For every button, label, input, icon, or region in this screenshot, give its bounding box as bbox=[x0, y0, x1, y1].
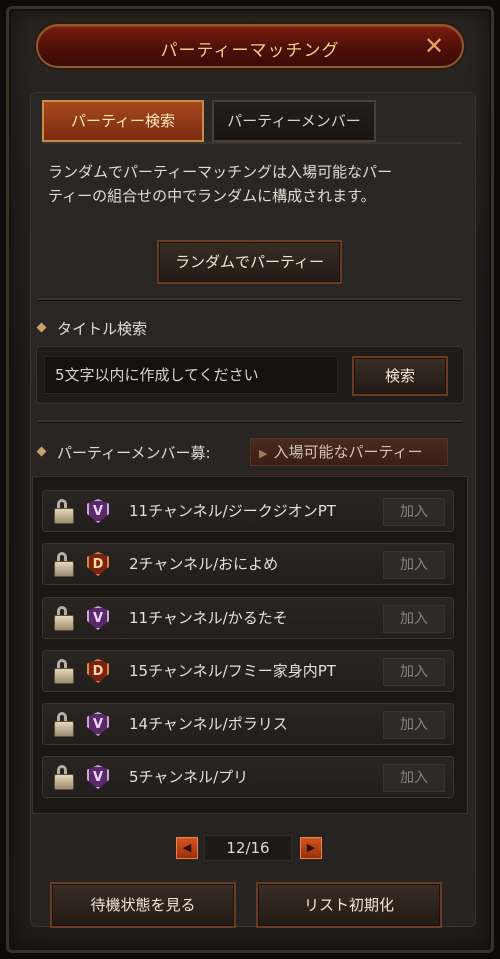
next-page-button[interactable]: ▶ bbox=[300, 837, 322, 859]
divider bbox=[38, 298, 462, 300]
party-name: 11チャンネル/かるたそ bbox=[129, 609, 288, 627]
title-search-label: タイトル検索 bbox=[36, 318, 147, 339]
party-name: 15チャンネル/フミー家身内PT bbox=[129, 662, 336, 680]
lock-icon bbox=[53, 659, 75, 684]
join-button[interactable]: 加入 bbox=[383, 498, 445, 526]
party-name: 14チャンネル/ポラリス bbox=[129, 715, 288, 733]
party-row[interactable]: D 15チャンネル/フミー家身内PT 加入 bbox=[42, 650, 454, 692]
party-emblem-icon: V bbox=[87, 712, 109, 736]
window-title: パーティーマッチング bbox=[160, 41, 340, 61]
party-emblem-icon: V bbox=[87, 606, 109, 630]
tab-divider bbox=[42, 142, 462, 144]
party-emblem-icon: V bbox=[87, 765, 109, 789]
view-waiting-status-button[interactable]: 待機状態を見る bbox=[50, 882, 236, 928]
diamond-bullet-icon bbox=[36, 446, 47, 457]
lock-icon bbox=[53, 552, 75, 577]
join-button[interactable]: 加入 bbox=[383, 764, 445, 792]
party-row[interactable]: V 5チャンネル/プリ 加入 bbox=[42, 756, 454, 798]
party-name: 5チャンネル/プリ bbox=[129, 768, 249, 786]
lock-icon bbox=[53, 499, 75, 524]
description-line-1: ランダムでパーティーマッチングは入場可能なパー bbox=[48, 163, 393, 181]
search-button[interactable]: 検索 bbox=[352, 356, 448, 396]
divider bbox=[38, 420, 462, 422]
tab-party-members[interactable]: パーティーメンバー bbox=[212, 100, 376, 142]
party-name: 2チャンネル/おによめ bbox=[129, 555, 279, 573]
caret-right-icon: ▶ bbox=[259, 447, 268, 460]
party-name: 11チャンネル/ジークジオンPT bbox=[129, 502, 336, 520]
random-party-button[interactable]: ランダムでパーティー bbox=[157, 240, 342, 284]
join-button[interactable]: 加入 bbox=[383, 658, 445, 686]
lock-icon bbox=[53, 712, 75, 737]
title-search-input[interactable]: 5文字以内に作成してください bbox=[44, 356, 338, 394]
party-row[interactable]: V 11チャンネル/かるたそ 加入 bbox=[42, 597, 454, 639]
party-emblem-icon: D bbox=[87, 659, 109, 683]
lock-icon bbox=[53, 606, 75, 631]
diamond-bullet-icon bbox=[36, 322, 47, 333]
page-indicator: 12/16 bbox=[204, 835, 292, 861]
join-button[interactable]: 加入 bbox=[383, 551, 445, 579]
party-row[interactable]: V 11チャンネル/ジークジオンPT 加入 bbox=[42, 490, 454, 532]
lock-icon bbox=[53, 765, 75, 790]
title-bar: パーティーマッチング ✕ bbox=[36, 24, 464, 68]
description-line-2: ティーの組合せの中でランダムに構成されます。 bbox=[48, 187, 376, 205]
description-text: ランダムでパーティーマッチングは入場可能なパー ティーの組合せの中でランダムに構… bbox=[48, 160, 458, 208]
prev-page-button[interactable]: ◀ bbox=[176, 837, 198, 859]
party-recruit-label: パーティーメンバー募: bbox=[36, 442, 211, 463]
join-button[interactable]: 加入 bbox=[383, 605, 445, 633]
party-row[interactable]: V 14チャンネル/ポラリス 加入 bbox=[42, 703, 454, 745]
tab-party-search[interactable]: パーティー検索 bbox=[42, 100, 204, 142]
party-filter-dropdown[interactable]: ▶ 入場可能なパーティー bbox=[250, 438, 448, 466]
party-emblem-icon: D bbox=[87, 552, 109, 576]
party-emblem-icon: V bbox=[87, 499, 109, 523]
join-button[interactable]: 加入 bbox=[383, 711, 445, 739]
party-row[interactable]: D 2チャンネル/おによめ 加入 bbox=[42, 543, 454, 585]
reset-list-button[interactable]: リスト初期化 bbox=[256, 882, 442, 928]
close-icon[interactable]: ✕ bbox=[422, 34, 446, 58]
